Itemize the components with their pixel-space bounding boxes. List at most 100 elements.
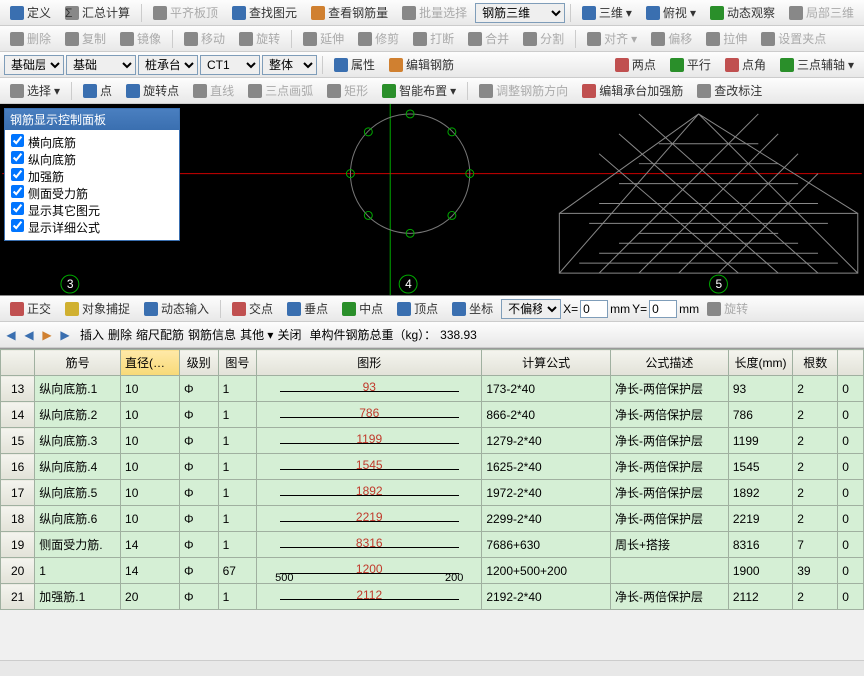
panel-check-4[interactable] <box>11 202 24 215</box>
batchselect-button[interactable]: 批量选择 <box>396 1 473 24</box>
nav-prev[interactable]: ◀ <box>22 328 36 342</box>
flatboard-button[interactable]: 平齐板顶 <box>147 1 224 24</box>
finddwg-button[interactable]: 查找图元 <box>226 1 303 24</box>
trim-button[interactable]: 修剪 <box>352 27 405 50</box>
table-row[interactable]: 19侧面受力筋.14Φ183167686+630周长+搭接831670 <box>1 532 864 558</box>
view3d-button[interactable]: 三维 ▾ <box>576 1 638 24</box>
table-row[interactable]: 21加强筋.120Φ121122192-2*40净长-两倍保护层211220 <box>1 584 864 610</box>
col-7[interactable]: 公式描述 <box>610 350 728 376</box>
pointangle-button[interactable]: 点角 <box>719 53 772 76</box>
merge-button[interactable]: 合并 <box>462 27 515 50</box>
delete2-button[interactable]: 删除 <box>108 326 132 343</box>
smart-button[interactable]: 智能布置 ▾ <box>376 79 462 102</box>
editbearing-button[interactable]: 编辑承台加强筋 <box>576 79 689 102</box>
objsnap-button[interactable]: 对象捕捉 <box>59 297 136 320</box>
move-button[interactable]: 移动 <box>178 27 231 50</box>
grid-wrap[interactable]: 筋号直径(mm)级别图号图形计算公式公式描述长度(mm)根数 13纵向底筋.11… <box>0 348 864 660</box>
offset-button[interactable]: 偏移 <box>645 27 698 50</box>
nav-next[interactable]: ▶ <box>40 328 54 342</box>
col-9[interactable]: 根数 <box>793 350 838 376</box>
panel-check-0[interactable] <box>11 134 24 147</box>
ortho-button[interactable]: 正交 <box>4 297 57 320</box>
local3d-button[interactable]: 局部三维 <box>783 1 860 24</box>
hscroll[interactable] <box>0 660 864 676</box>
subcat-select[interactable]: 桩承台 <box>138 55 198 75</box>
perp-button[interactable]: 垂点 <box>281 297 334 320</box>
extend-button[interactable]: 延伸 <box>297 27 350 50</box>
table-row[interactable]: 14纵向底筋.210Φ1786866-2*40净长-两倍保护层78620 <box>1 402 864 428</box>
rotate2-button[interactable]: 旋转 <box>701 297 754 320</box>
select-button[interactable]: 选择 ▾ <box>4 79 66 102</box>
viewport-3d[interactable]: 4 3 5 <box>0 104 864 296</box>
other-button[interactable]: 其他 ▾ <box>240 326 273 343</box>
col-2[interactable]: 直径(mm) <box>121 350 180 376</box>
arc3-button[interactable]: 三点画弧 <box>242 79 319 102</box>
col-8[interactable]: 长度(mm) <box>728 350 792 376</box>
panel-item-0[interactable]: 横向底筋 <box>11 134 173 151</box>
rotate-button[interactable]: 旋转 <box>233 27 286 50</box>
view-dropdown[interactable]: 钢筋三维 <box>475 3 565 23</box>
rect-button[interactable]: 矩形 <box>321 79 374 102</box>
stretch-button[interactable]: 拉伸 <box>700 27 753 50</box>
nav-first[interactable]: ◀ <box>4 328 18 342</box>
table-row[interactable]: 16纵向底筋.410Φ115451625-2*40净长-两倍保护层154520 <box>1 454 864 480</box>
insert-button[interactable]: 插入 <box>80 326 104 343</box>
table-row[interactable]: 15纵向底筋.310Φ111991279-2*40净长-两倍保护层119920 <box>1 428 864 454</box>
y-input[interactable] <box>649 300 677 318</box>
col-3[interactable]: 级别 <box>180 350 219 376</box>
panel-item-2[interactable]: 加强筋 <box>11 168 173 185</box>
mode-select[interactable]: 整体 <box>262 55 317 75</box>
close-button[interactable]: 关闭 <box>277 326 301 343</box>
mid-button[interactable]: 中点 <box>336 297 389 320</box>
point-button[interactable]: 点 <box>77 79 118 102</box>
col-4[interactable]: 图号 <box>218 350 257 376</box>
x-input[interactable] <box>580 300 608 318</box>
panel-check-1[interactable] <box>11 151 24 164</box>
sumcalc-button[interactable]: Σ汇总计算 <box>59 1 136 24</box>
break-button[interactable]: 打断 <box>407 27 460 50</box>
rotpoint-button[interactable]: 旋转点 <box>120 79 185 102</box>
panel-item-5[interactable]: 显示详细公式 <box>11 219 173 236</box>
panel-check-2[interactable] <box>11 168 24 181</box>
coord-button[interactable]: 坐标 <box>446 297 499 320</box>
panel-item-1[interactable]: 纵向底筋 <box>11 151 173 168</box>
setclamp-button[interactable]: 设置夹点 <box>755 27 832 50</box>
intersect-button[interactable]: 交点 <box>226 297 279 320</box>
table-row[interactable]: 13纵向底筋.110Φ193173-2*40净长-两倍保护层9320 <box>1 376 864 402</box>
threepoint-button[interactable]: 三点辅轴 ▾ <box>774 53 860 76</box>
col-10[interactable] <box>838 350 864 376</box>
parallel-button[interactable]: 平行 <box>664 53 717 76</box>
define-button[interactable]: 定义 <box>4 1 57 24</box>
col-6[interactable]: 计算公式 <box>482 350 611 376</box>
copy-button[interactable]: 复制 <box>59 27 112 50</box>
delete-button[interactable]: 删除 <box>4 27 57 50</box>
col-0[interactable] <box>1 350 35 376</box>
table-row[interactable]: 17纵向底筋.510Φ118921972-2*40净长-两倍保护层189220 <box>1 480 864 506</box>
rebarinfo-button[interactable]: 钢筋信息 <box>188 326 236 343</box>
attr-button[interactable]: 属性 <box>328 53 381 76</box>
nav-last[interactable]: ▶ <box>58 328 72 342</box>
table-row[interactable]: 20114Φ6712005002001200+500+2001900390 <box>1 558 864 584</box>
split-button[interactable]: 分割 <box>517 27 570 50</box>
line-button[interactable]: 直线 <box>187 79 240 102</box>
offset-select[interactable]: 不偏移 <box>501 299 561 319</box>
category-select[interactable]: 基础 <box>66 55 136 75</box>
scale-button[interactable]: 缩尺配筋 <box>136 326 184 343</box>
editrebar-button[interactable]: 编辑钢筋 <box>383 53 460 76</box>
twopoint-button[interactable]: 两点 <box>609 53 662 76</box>
dyninput-button[interactable]: 动态输入 <box>138 297 215 320</box>
align-button[interactable]: 对齐 ▾ <box>581 27 643 50</box>
table-row[interactable]: 18纵向底筋.610Φ122192299-2*40净长-两倍保护层221920 <box>1 506 864 532</box>
panel-check-3[interactable] <box>11 185 24 198</box>
panel-check-5[interactable] <box>11 219 24 232</box>
layer-select[interactable]: 基础层 <box>4 55 64 75</box>
panel-item-3[interactable]: 侧面受力筋 <box>11 185 173 202</box>
dynamic-button[interactable]: 动态观察 <box>704 1 781 24</box>
mirror-button[interactable]: 镜像 <box>114 27 167 50</box>
code-select[interactable]: CT1 <box>200 55 260 75</box>
apex-button[interactable]: 顶点 <box>391 297 444 320</box>
panel-item-4[interactable]: 显示其它图元 <box>11 202 173 219</box>
adjustdir-button[interactable]: 调整钢筋方向 <box>473 79 574 102</box>
editnote-button[interactable]: 查改标注 <box>691 79 768 102</box>
col-5[interactable]: 图形 <box>257 350 482 376</box>
